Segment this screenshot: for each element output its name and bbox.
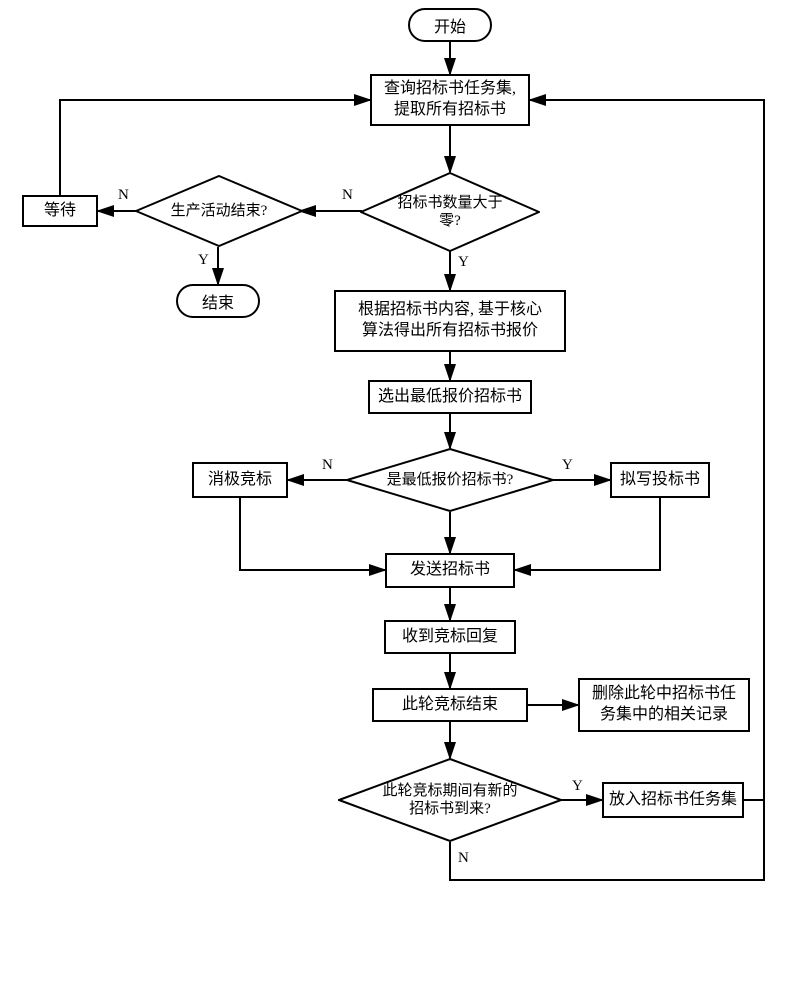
draft-box: 拟写投标书 (610, 462, 710, 498)
start-label: 开始 (434, 13, 466, 37)
passive-label: 消极竞标 (208, 470, 272, 491)
passive-box: 消极竞标 (192, 462, 288, 498)
label-n-count: N (342, 187, 353, 204)
label-y-lowest: Y (562, 457, 573, 474)
label-n-prod: N (118, 187, 129, 204)
label&name.: N (458, 850, 469, 867)
select-min-label: 选出最低报价招标书 (378, 387, 522, 408)
label-y-prod: Y (198, 252, 209, 269)
start-terminator: 开始 (408, 8, 492, 42)
calc-label: 根据招标书内容, 基于核心 算法得出所有招标书报价 (358, 300, 542, 342)
new-decision-label: 此轮竞标期间有新的 招标书到来? (368, 779, 532, 821)
round-end-box: 此轮竞标结束 (372, 688, 528, 722)
query-label: 查询招标书任务集, 提取所有招标书 (384, 79, 516, 121)
end-label: 结束 (202, 289, 234, 313)
prod-end-decision-label: 生产活动结束? (155, 200, 283, 222)
send-box: 发送招标书 (385, 553, 515, 588)
calc-box: 根据招标书内容, 基于核心 算法得出所有招标书报价 (334, 290, 566, 352)
delete-rec-label: 删除此轮中招标书任 务集中的相关记录 (592, 684, 736, 726)
label-n-lowest: N (322, 457, 333, 474)
lowest-decision-label: 是最低报价招标书? (372, 468, 528, 492)
put-set-label: 放入招标书任务集 (609, 790, 737, 811)
count-decision-label: 招标书数量大于 零? (380, 190, 520, 234)
put-set-box: 放入招标书任务集 (602, 782, 744, 818)
send-label: 发送招标书 (410, 560, 490, 581)
receive-label: 收到竞标回复 (402, 627, 498, 648)
receive-box: 收到竞标回复 (384, 620, 516, 654)
round-end-label: 此轮竞标结束 (402, 695, 498, 716)
select-min-box: 选出最低报价招标书 (368, 380, 532, 414)
end-terminator: 结束 (176, 284, 260, 318)
delete-rec-box: 删除此轮中招标书任 务集中的相关记录 (578, 678, 750, 732)
query-box: 查询招标书任务集, 提取所有招标书 (370, 74, 530, 126)
wait-box: 等待 (22, 195, 98, 227)
draft-label: 拟写投标书 (620, 470, 700, 491)
wait-label: 等待 (44, 201, 76, 222)
label-y-count: Y (458, 254, 469, 271)
label-y-new: Y (572, 778, 583, 795)
